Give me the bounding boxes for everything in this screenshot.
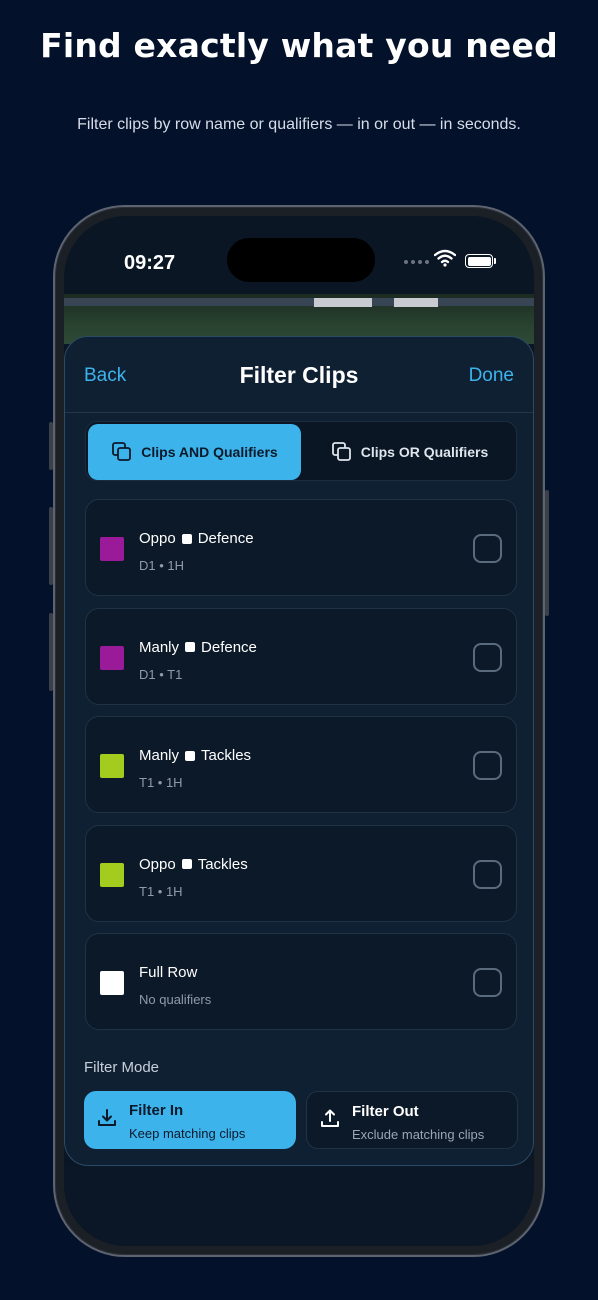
- marketing-headline: Find exactly what you need: [40, 26, 558, 65]
- screen-bottom-area: [64, 1166, 534, 1246]
- row-title: Oppo Defence: [139, 530, 254, 547]
- filter-mode-label: Filter Mode: [84, 1059, 160, 1076]
- row-color-swatch: [100, 537, 124, 561]
- row-team: Oppo: [139, 530, 176, 547]
- filter-sheet: Back Filter Clips Done Clips AND Qualifi…: [64, 336, 534, 1166]
- copy-icon: [112, 442, 132, 461]
- phone-volume-up-button: [49, 507, 53, 585]
- status-time: 09:27: [124, 252, 176, 274]
- row-color-swatch: [100, 971, 124, 995]
- row-qualifiers: T1 • 1H: [139, 775, 183, 790]
- row-color-swatch: [100, 754, 124, 778]
- row-qualifiers: No qualifiers: [139, 992, 212, 1007]
- filter-in-title: Filter In: [129, 1102, 184, 1119]
- row-qualifiers: T1 • 1H: [139, 883, 183, 899]
- row-title: Manly Defence: [139, 639, 257, 656]
- row-team: Manly: [139, 747, 180, 764]
- row-checkbox[interactable]: [473, 642, 502, 672]
- filter-row-oppo-tackles[interactable]: Oppo Tackles T1 • 1H: [85, 824, 517, 922]
- upload-icon: [321, 1109, 339, 1127]
- row-color-swatch: [100, 645, 124, 670]
- filter-out-subtitle: Exclude matching clips: [352, 1127, 485, 1142]
- phone-power-button: [545, 490, 549, 616]
- row-title: Manly Tackles: [139, 747, 251, 764]
- row-checkbox[interactable]: [473, 751, 502, 780]
- download-icon: [98, 1109, 116, 1126]
- row-team: Full Row: [139, 964, 198, 981]
- segment-label: Clips OR Qualifiers: [360, 444, 489, 460]
- row-checkbox[interactable]: [473, 534, 502, 563]
- row-checkbox[interactable]: [473, 968, 502, 997]
- separator-square-icon: [181, 859, 192, 869]
- separator-square-icon: [185, 642, 196, 652]
- phone-frame: 09:27 Back Filter Clips Done Clips AND Q…: [49, 205, 549, 1257]
- row-title: Oppo Tackles: [139, 856, 248, 873]
- row-category: Tackles: [197, 855, 248, 873]
- phone-volume-down-button: [49, 613, 53, 691]
- separator-square-icon: [185, 750, 196, 761]
- filter-out-title: Filter Out: [352, 1103, 419, 1120]
- row-category: Tackles: [201, 747, 252, 764]
- separator-square-icon: [181, 533, 192, 544]
- segment-clips-and-qualifiers[interactable]: Clips AND Qualifiers: [88, 424, 301, 480]
- row-color-swatch: [100, 862, 124, 887]
- sheet-title: Filter Clips: [239, 362, 359, 388]
- row-category: Defence: [201, 638, 257, 656]
- dynamic-island: [227, 238, 375, 282]
- filter-in-button[interactable]: Filter In Keep matching clips: [84, 1091, 296, 1149]
- row-qualifiers: D1 • T1: [139, 666, 183, 682]
- row-title: Full Row: [139, 964, 197, 981]
- filter-out-button[interactable]: Filter Out Exclude matching clips: [306, 1091, 518, 1149]
- row-category: Defence: [197, 530, 254, 547]
- row-qualifiers: D1 • 1H: [139, 558, 185, 573]
- row-team: Oppo: [139, 855, 176, 873]
- match-mode-segmented-control: Clips AND Qualifiers Clips OR Qualifiers: [85, 421, 517, 481]
- sheet-nav-bar: Back Filter Clips Done: [65, 337, 533, 413]
- filter-row-full-row[interactable]: Full Row No qualifiers: [85, 933, 517, 1030]
- cellular-signal-icon: [404, 260, 429, 264]
- phone-screen: 09:27 Back Filter Clips Done Clips AND Q…: [64, 216, 534, 1246]
- segment-label: Clips AND Qualifiers: [141, 444, 278, 460]
- battery-icon: [465, 254, 496, 268]
- filter-row-oppo-defence[interactable]: Oppo Defence D1 • 1H: [85, 499, 517, 596]
- filter-row-list: Oppo Defence D1 • 1H Manly Defence D1 •: [85, 499, 517, 1042]
- copy-icon: [331, 442, 351, 461]
- wifi-icon: [434, 249, 456, 267]
- marketing-subhead: Filter clips by row name or qualifiers —…: [77, 116, 521, 133]
- filter-in-subtitle: Keep matching clips: [129, 1126, 246, 1141]
- filter-row-manly-tackles[interactable]: Manly Tackles T1 • 1H: [85, 716, 517, 813]
- phone-action-button: [49, 422, 53, 470]
- row-checkbox[interactable]: [473, 859, 502, 889]
- filter-row-manly-defence[interactable]: Manly Defence D1 • T1: [85, 607, 517, 705]
- done-button[interactable]: Done: [469, 365, 514, 387]
- status-bar: 09:27: [64, 216, 534, 296]
- row-team: Manly: [139, 638, 180, 656]
- segment-clips-or-qualifiers[interactable]: Clips OR Qualifiers: [303, 424, 516, 480]
